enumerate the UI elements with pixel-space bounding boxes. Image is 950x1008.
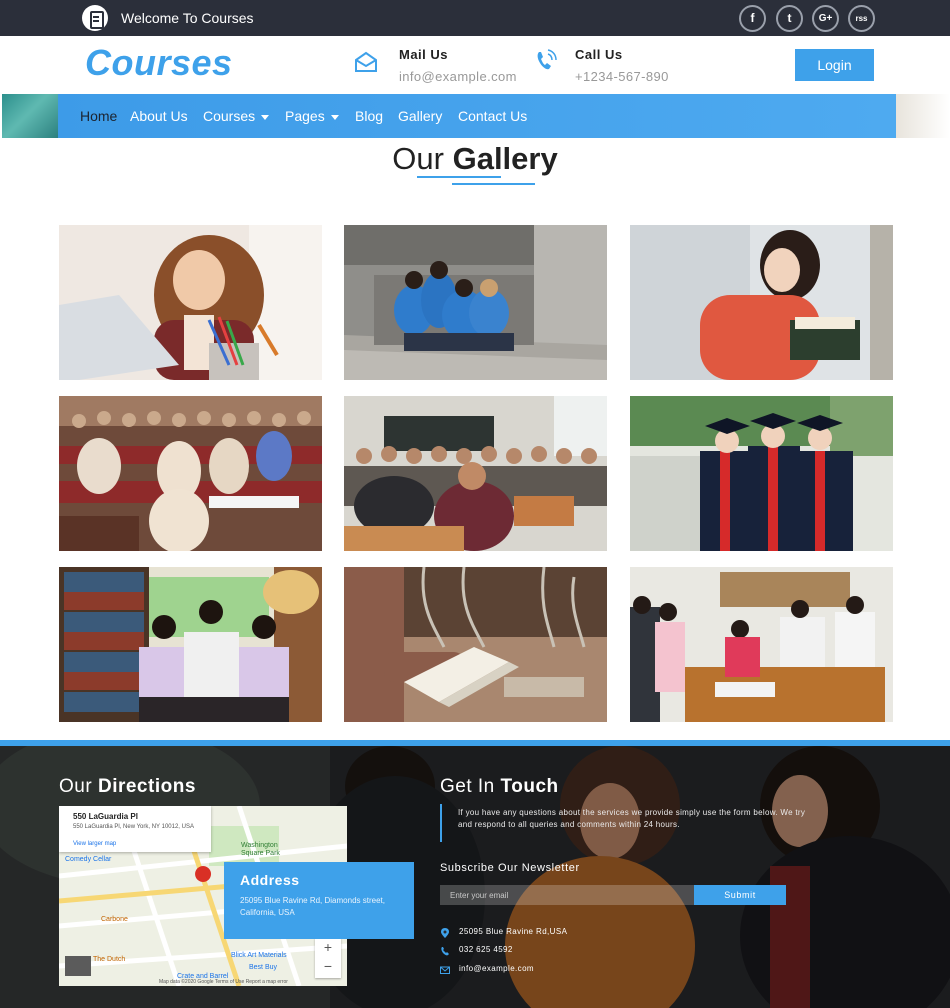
mail-label: Mail Us [399, 47, 449, 62]
gallery-image-graduates-in-gowns[interactable] [630, 396, 893, 551]
zoom-out-button[interactable]: − [315, 957, 341, 976]
phone-icon [441, 947, 449, 956]
nav-home[interactable]: Home [80, 108, 117, 124]
map-place-name: 550 LaGuardia Pl [73, 812, 138, 821]
welcome-text: Welcome To Courses [121, 10, 254, 26]
map-zoom-control: + − [315, 938, 341, 978]
nav-gallery[interactable]: Gallery [398, 108, 442, 124]
book-logo-icon [82, 5, 108, 31]
touch-text-border [440, 804, 442, 842]
chevron-down-icon [330, 114, 339, 120]
nav-courses[interactable]: Courses [203, 108, 270, 124]
newsletter-email-input[interactable] [440, 885, 694, 905]
chevron-down-icon [261, 114, 270, 120]
envelope-open-icon [355, 51, 377, 72]
gallery-image-hand-holding-book[interactable] [344, 567, 607, 722]
location-pin-icon [441, 928, 449, 938]
gallery-image-children-in-classroom[interactable] [630, 567, 893, 722]
map-label: Washington Square Park [241, 842, 280, 857]
gallery-image-lecture-hall-students[interactable] [59, 396, 322, 551]
gallery-image-students-in-library[interactable] [59, 567, 322, 722]
touch-description: If you have any questions about the serv… [458, 808, 806, 829]
nav-courses-label: Courses [203, 108, 256, 124]
nav-decoration [2, 94, 60, 138]
twitter-icon[interactable]: t [776, 5, 803, 32]
top-bar: Welcome To Courses f t G+ rss [0, 0, 950, 36]
rss-icon[interactable]: rss [848, 5, 875, 32]
main-nav: Home About Us Courses Pages Blog Gallery… [0, 94, 950, 138]
site-header: Courses Mail Us info@example.com Call Us… [0, 36, 950, 94]
gallery-title-bold: Gallery [452, 141, 558, 176]
nav-pages[interactable]: Pages [285, 108, 339, 124]
contact-phone[interactable]: 032 625 4592 [459, 945, 513, 954]
touch-heading-light: Get In [440, 776, 495, 797]
nav-blog[interactable]: Blog [355, 108, 383, 124]
envelope-icon [440, 966, 450, 974]
call-value[interactable]: +1234-567-890 [575, 69, 669, 84]
address-title: Address [240, 872, 300, 888]
view-larger-map-link[interactable]: View larger map [73, 841, 116, 847]
directions-heading-light: Our [59, 776, 93, 797]
map-info-card: 550 LaGuardia Pl 550 LaGuardia Pl, New Y… [59, 806, 211, 852]
title-underline [452, 183, 535, 185]
nav-contact-us[interactable]: Contact Us [458, 108, 527, 124]
mail-value[interactable]: info@example.com [399, 69, 517, 84]
nav-about-us[interactable]: About Us [130, 108, 188, 124]
map-label: The Dutch [93, 956, 126, 963]
map-label: Carbone [101, 916, 128, 923]
map-label: Best Buy [249, 964, 278, 971]
phone-icon [537, 49, 557, 70]
gallery-image-classroom-students[interactable] [344, 396, 607, 551]
touch-heading-bold: Touch [500, 776, 559, 797]
nav-decoration-right [896, 94, 950, 138]
gallery-image-students-sitting-on-steps[interactable] [344, 225, 607, 380]
title-underline [417, 176, 501, 178]
directions-heading-bold: Directions [97, 776, 196, 797]
get-in-touch-heading: Get In Touch [440, 776, 559, 798]
address-card: Address 25095 Blue Ravine Rd, Diamonds s… [224, 862, 414, 939]
contact-email[interactable]: info@example.com [459, 964, 534, 973]
brand-logo[interactable]: Courses [85, 42, 233, 84]
gallery-title: Our Gallery [0, 141, 950, 177]
map-place-address: 550 LaGuardia Pl, New York, NY 10012, US… [73, 824, 194, 830]
contact-email-row: info@example.com [440, 964, 640, 976]
map-label: Comedy Cellar [65, 856, 112, 863]
call-label: Call Us [575, 47, 623, 62]
contact-address-row: 25095 Blue Ravine Rd,USA [440, 927, 640, 939]
directions-heading: Our Directions [59, 776, 196, 798]
map-attribution: Map data ©2020 Google Terms of Use Repor… [159, 979, 288, 985]
login-button[interactable]: Login [795, 49, 874, 81]
newsletter-heading: Subscribe Our Newsletter [440, 862, 580, 874]
gallery-image-girl-reading-book[interactable] [630, 225, 893, 380]
nav-pages-label: Pages [285, 108, 325, 124]
contact-address: 25095 Blue Ravine Rd,USA [459, 927, 568, 936]
google-plus-icon[interactable]: G+ [812, 5, 839, 32]
gallery-image-student-studying-laptop[interactable] [59, 225, 322, 380]
facebook-icon[interactable]: f [739, 5, 766, 32]
contact-phone-row: 032 625 4592 [440, 945, 640, 957]
site-footer: Our Directions 550 LaGuardia Pl 550 LaGu… [0, 740, 950, 1008]
address-value: 25095 Blue Ravine Rd, Diamonds street, C… [240, 896, 385, 917]
zoom-in-button[interactable]: + [315, 938, 341, 957]
newsletter-submit-button[interactable]: Submit [694, 885, 786, 905]
gallery-title-light: Our [392, 141, 444, 176]
map-label: Blick Art Materials [231, 952, 287, 959]
